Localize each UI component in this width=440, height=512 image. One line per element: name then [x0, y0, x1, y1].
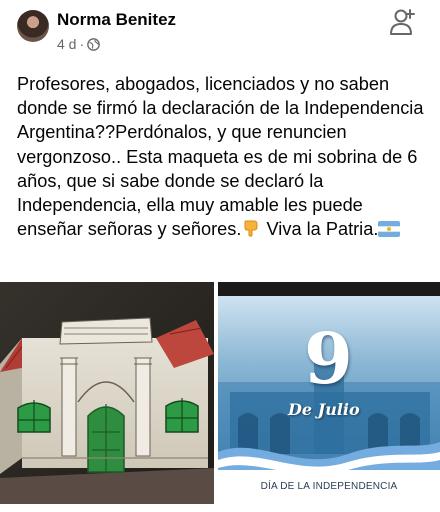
banner-background: 9 De Julio DÍA DE LA INDEPENDENCIA: [218, 296, 440, 504]
argentina-flag-emoji: [378, 221, 401, 238]
globe-icon: [87, 37, 100, 51]
author-avatar[interactable]: [17, 10, 49, 42]
post-body-end: Viva la Patria.: [261, 219, 379, 240]
post-body: Profesores, abogados, licenciados y no s…: [17, 74, 424, 240]
post-time[interactable]: 4 d: [57, 36, 76, 52]
meta-separator: ·: [79, 36, 85, 52]
independence-day-banner[interactable]: 9 De Julio DÍA DE LA INDEPENDENCIA: [218, 282, 440, 504]
post-header: Norma Benitez 4 d ·: [0, 0, 440, 62]
house-model-photo[interactable]: [0, 282, 214, 504]
pointing-down-emoji: [244, 220, 258, 237]
post-meta: 4 d ·: [57, 36, 100, 52]
post-text: Profesores, abogados, licenciados y no s…: [17, 72, 429, 241]
banner-caption: DÍA DE LA INDEPENDENCIA: [260, 481, 398, 492]
photo-grid: 9 De Julio DÍA DE LA INDEPENDENCIA: [0, 282, 440, 504]
date-number: 9: [304, 317, 353, 400]
add-friend-icon[interactable]: [388, 7, 418, 37]
date-month: De Julio: [288, 400, 360, 419]
house-model-illustration: [0, 282, 214, 504]
author-name[interactable]: Norma Benitez: [57, 10, 176, 30]
